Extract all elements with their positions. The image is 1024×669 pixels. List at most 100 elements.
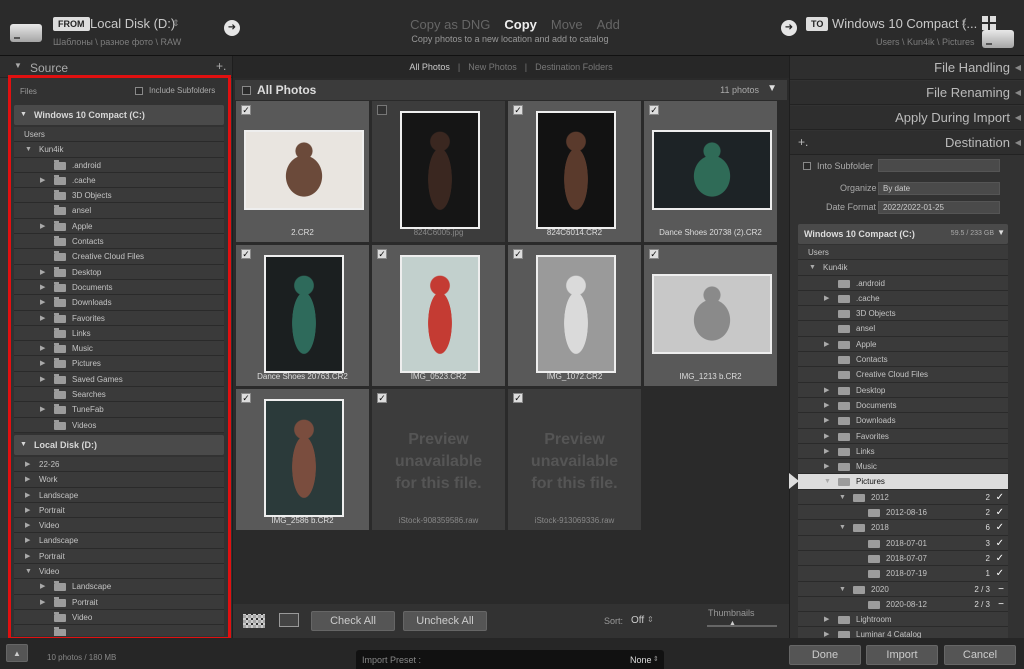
source-drive-name[interactable]: Local Disk (D:) xyxy=(90,16,175,31)
folder-check-icon[interactable]: ✓ xyxy=(996,490,1004,505)
tree-row[interactable] xyxy=(14,625,224,636)
organize-select[interactable]: By date xyxy=(878,182,1000,195)
collapsed-triangle-icon[interactable]: ▶ xyxy=(824,444,829,459)
collapsed-triangle-icon[interactable]: ▶ xyxy=(40,173,45,188)
subfolder-name-input[interactable] xyxy=(878,159,1000,172)
sort-select[interactable]: Off xyxy=(631,615,644,626)
tree-row[interactable]: ▶ Landscape xyxy=(14,487,224,503)
collapsed-triangle-icon[interactable]: ▶ xyxy=(824,429,829,444)
collapsed-triangle-icon[interactable]: ▶ xyxy=(824,291,829,306)
tree-row[interactable]: ▶ Lightroom xyxy=(798,612,1008,628)
collapsed-triangle-icon[interactable]: ▶ xyxy=(40,372,45,387)
tree-row[interactable]: ▼ Video xyxy=(14,564,224,580)
tree-row[interactable]: ▶ TuneFab xyxy=(14,402,224,418)
tree-row[interactable]: ▼ Kun4ik xyxy=(798,260,1008,276)
include-subfolders-checkbox[interactable] xyxy=(135,87,143,95)
expanded-triangle-icon[interactable]: ▼ xyxy=(839,582,846,597)
photo-checkbox[interactable] xyxy=(377,105,387,115)
folder-check-icon[interactable]: − xyxy=(998,582,1004,597)
destination-section[interactable]: Destination xyxy=(790,131,1024,155)
collapsed-triangle-icon[interactable]: ▶ xyxy=(824,459,829,474)
tab-destination-folders[interactable]: Destination Folders xyxy=(531,62,617,72)
tree-row[interactable]: ▶ Documents xyxy=(14,279,224,296)
expanded-triangle-icon[interactable]: ▼ xyxy=(809,260,816,275)
collapsed-triangle-icon[interactable]: ▶ xyxy=(40,265,45,280)
tree-row[interactable]: ▶ Apple xyxy=(14,218,224,235)
photo-cell[interactable]: 824C6005.jpg xyxy=(371,100,506,243)
photo-checkbox[interactable]: ✓ xyxy=(513,105,523,115)
tree-row[interactable]: ▶ Links xyxy=(798,443,1008,460)
tree-row[interactable]: ▼ 2020 2 / 3− xyxy=(798,581,1008,597)
tree-row[interactable]: ▶ 22-26 xyxy=(14,456,224,473)
mode-copy[interactable]: Copy xyxy=(504,17,537,32)
mode-add[interactable]: Add xyxy=(597,17,620,32)
grid-view-icon[interactable] xyxy=(243,614,265,628)
tree-row[interactable]: ▶ Desktop xyxy=(798,382,1008,398)
photo-checkbox[interactable]: ✓ xyxy=(377,393,387,403)
expanded-triangle-icon[interactable]: ▼ xyxy=(25,564,32,579)
tree-row[interactable]: 2012-08-16 2 ✓ xyxy=(798,505,1008,521)
thumbnail-size-slider[interactable] xyxy=(707,625,777,627)
photo-checkbox[interactable]: ✓ xyxy=(513,249,523,259)
tree-row[interactable]: ▶ Apple xyxy=(798,336,1008,353)
collapsed-triangle-icon[interactable]: ▶ xyxy=(40,219,45,234)
select-all-checkbox[interactable] xyxy=(242,86,251,95)
cancel-button[interactable]: Cancel xyxy=(944,645,1016,665)
collapsed-triangle-icon[interactable]: ▶ xyxy=(25,488,30,503)
tree-row[interactable]: ▶ Luminar 4 Catalog xyxy=(798,627,1008,638)
tree-row[interactable]: Searches xyxy=(14,387,224,403)
collapsed-triangle-icon[interactable]: ▶ xyxy=(25,457,30,472)
tree-row[interactable]: Creative Cloud Files xyxy=(14,249,224,265)
folder-check-icon[interactable]: ✓ xyxy=(996,536,1004,551)
volume-menu-icon[interactable]: ▼ xyxy=(997,228,1005,237)
tree-row[interactable]: ▶ Music xyxy=(14,341,224,357)
tree-row[interactable]: ▶ Work xyxy=(14,472,224,488)
photo-checkbox[interactable]: ✓ xyxy=(241,249,251,259)
destination-volume-header[interactable]: Windows 10 Compact (C:) 59.5 / 233 GB ▼ xyxy=(798,224,1008,244)
tree-row[interactable]: ansel xyxy=(798,321,1008,337)
tree-row[interactable]: ▶ Favorites xyxy=(14,310,224,326)
photo-cell[interactable]: ✓ 824C6014.CR2 xyxy=(507,100,642,243)
mode-move[interactable]: Move xyxy=(551,17,583,32)
photo-cell[interactable]: ✓ Dance Shoes 20738 (2).CR2 xyxy=(643,100,778,243)
photo-checkbox[interactable]: ✓ xyxy=(649,249,659,259)
collapsed-triangle-icon[interactable]: ▶ xyxy=(40,295,45,310)
tree-row[interactable]: 3D Objects xyxy=(14,188,224,204)
preset-stepper-icon[interactable]: ⇕ xyxy=(653,655,659,663)
collapsed-triangle-icon[interactable]: ▶ xyxy=(25,503,30,518)
photo-checkbox[interactable]: ✓ xyxy=(649,105,659,115)
tree-row[interactable]: 2018-07-19 1 ✓ xyxy=(798,566,1008,582)
photo-checkbox[interactable]: ✓ xyxy=(241,105,251,115)
photo-cell[interactable]: ✓ 2.CR2 xyxy=(235,100,370,243)
photo-cell[interactable]: ✓ IMG_0523.CR2 xyxy=(371,244,506,387)
folder-check-icon[interactable]: ✓ xyxy=(996,566,1004,581)
tree-row[interactable]: .android xyxy=(798,275,1008,291)
tree-row[interactable]: Users xyxy=(14,127,224,143)
collapsed-triangle-icon[interactable]: ▶ xyxy=(40,402,45,417)
collapsed-triangle-icon[interactable]: ▶ xyxy=(40,356,45,371)
tree-row[interactable]: Video xyxy=(14,609,224,626)
tree-row[interactable]: ▼ 2012 2 ✓ xyxy=(798,489,1008,506)
source-volume-header[interactable]: Local Disk (D:) xyxy=(14,434,224,455)
folder-check-icon[interactable]: ✓ xyxy=(996,551,1004,566)
mode-copy-as-dng[interactable]: Copy as DNG xyxy=(410,17,490,32)
apply-during-import-section[interactable]: Apply During Import xyxy=(790,106,1024,130)
tree-row[interactable]: 3D Objects xyxy=(798,306,1008,322)
collapsed-triangle-icon[interactable]: ▶ xyxy=(824,383,829,398)
done-button[interactable]: Done xyxy=(789,645,861,665)
tree-row[interactable]: ▶ Video xyxy=(14,518,224,534)
check-all-button[interactable]: Check All xyxy=(311,611,395,631)
grid-menu-icon[interactable]: ▼ xyxy=(767,83,777,94)
source-volume-header[interactable]: Windows 10 Compact (C:) xyxy=(14,105,224,125)
tree-row[interactable]: Links xyxy=(14,325,224,342)
import-button[interactable]: Import xyxy=(866,645,938,665)
photo-checkbox[interactable]: ✓ xyxy=(513,393,523,403)
destination-drive-name[interactable]: Windows 10 Compact (... xyxy=(832,16,977,31)
collapsed-triangle-icon[interactable]: ▶ xyxy=(824,413,829,428)
tree-row[interactable]: ▶ Portrait xyxy=(14,548,224,565)
collapsed-triangle-icon[interactable]: ▶ xyxy=(40,311,45,326)
tree-row[interactable]: Creative Cloud Files xyxy=(798,367,1008,383)
into-subfolder-checkbox[interactable] xyxy=(803,162,811,170)
tree-row[interactable]: ▼ 2018 6 ✓ xyxy=(798,520,1008,536)
collapsed-triangle-icon[interactable]: ▶ xyxy=(40,579,45,594)
